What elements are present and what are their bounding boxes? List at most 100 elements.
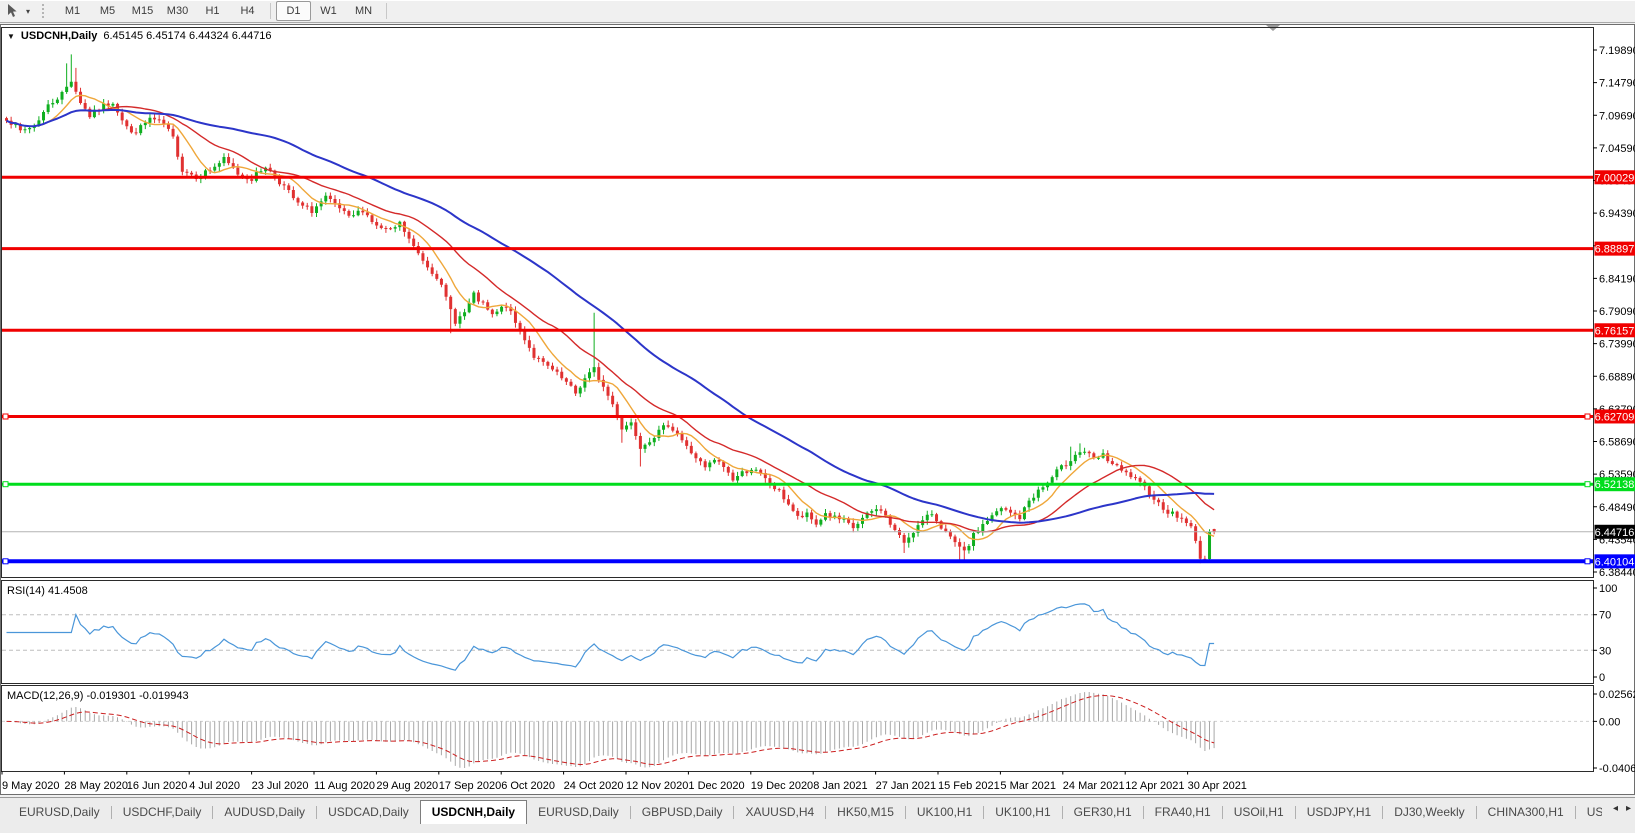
toolbar-grip[interactable]: [42, 4, 49, 18]
date-axis-label: 28 May 2020: [64, 780, 128, 792]
price-badge-6.88897: 6.88897: [1595, 242, 1635, 256]
svg-text:6.76157: 6.76157: [1595, 325, 1635, 337]
symbol-tab-hk50-m15[interactable]: HK50,M15: [826, 801, 905, 823]
price-axis-label: 6.48490: [1599, 502, 1635, 514]
rsi-axis-label: 70: [1599, 610, 1611, 622]
date-axis-label: 11 Aug 2020: [314, 780, 375, 792]
symbol-tab-fra40-h1[interactable]: FRA40,H1: [1144, 801, 1222, 823]
svg-text:6.44716: 6.44716: [1595, 527, 1635, 539]
price-axis-label: 7.09690: [1599, 110, 1635, 122]
chart-collapse-icon[interactable]: ▼: [7, 32, 15, 41]
date-axis-label: 17 Sep 2020: [439, 780, 501, 792]
price-badge-7.00029: 7.00029: [1595, 170, 1635, 184]
date-axis-label: 4 Jul 2020: [189, 780, 240, 792]
svg-text:6.62709: 6.62709: [1595, 411, 1635, 423]
symbol-tab-uk100-h1[interactable]: UK100,H1: [906, 801, 983, 823]
date-axis-label: 24 Mar 2021: [1063, 780, 1125, 792]
date-axis-label: 9 May 2020: [2, 780, 59, 792]
symbol-tab-xauusd-h4[interactable]: XAUUSD,H4: [734, 801, 825, 823]
price-axis-label: 6.68890: [1599, 371, 1635, 383]
timeframe-button-d1[interactable]: D1: [276, 1, 311, 21]
chart-title: ▼ USDCNH,Daily 6.45145 6.45174 6.44324 6…: [7, 30, 272, 42]
symbol-tab-usdcad-daily[interactable]: USDCAD,Daily: [317, 801, 420, 823]
price-axis-label: 7.19890: [1599, 45, 1635, 57]
price-axis-label: 7.14790: [1599, 78, 1635, 90]
price-badge-6.44716: 6.44716: [1595, 525, 1635, 539]
svg-text:6.52138: 6.52138: [1595, 479, 1635, 491]
symbol-tab-gbpusd-daily[interactable]: GBPUSD,Daily: [631, 801, 734, 823]
symbol-tab-usdchf-daily[interactable]: USDCHF,Daily: [112, 801, 213, 823]
rsi-indicator-label: RSI(14) 41.4508: [7, 585, 88, 597]
tab-scroll-left-button[interactable]: ◂: [1611, 803, 1620, 814]
date-axis-label: 5 Mar 2021: [1000, 780, 1056, 792]
rsi-axis-label: 0: [1599, 672, 1605, 684]
timeframe-button-h4[interactable]: H4: [230, 1, 265, 21]
toolbar-separator: [386, 3, 387, 19]
timeframe-button-m15[interactable]: M15: [125, 1, 160, 21]
hline-handle[interactable]: [3, 559, 8, 564]
price-badge-6.76157: 6.76157: [1595, 323, 1635, 337]
symbol-tab-bar: EURUSD,DailyUSDCHF,DailyAUDUSD,DailyUSDC…: [0, 797, 1635, 833]
price-badge-6.62709: 6.62709: [1595, 409, 1635, 423]
symbol-tab-usoil-h1[interactable]: USOil,H1: [1223, 801, 1295, 823]
hline-handle[interactable]: [1585, 559, 1590, 564]
macd-axis-label: -0.04068: [1599, 763, 1635, 775]
symbol-tab-ger30-h1[interactable]: GER30,H1: [1063, 801, 1143, 823]
timeframe-button-mn[interactable]: MN: [346, 1, 381, 21]
date-axis-label: 29 Aug 2020: [376, 780, 438, 792]
symbol-tab-eurusd-daily[interactable]: EURUSD,Daily: [8, 801, 111, 823]
price-badge-6.40104: 6.40104: [1595, 554, 1635, 568]
tab-scroll-right-button[interactable]: ▸: [1624, 803, 1633, 814]
symbol-tab-usc[interactable]: USC: [1576, 801, 1602, 823]
svg-text:6.88897: 6.88897: [1595, 244, 1635, 256]
toolbar-separator: [270, 3, 271, 19]
hline-handle[interactable]: [1585, 414, 1590, 419]
date-axis-label: 1 Dec 2020: [688, 780, 744, 792]
macd-axis-label: 0.025623: [1599, 689, 1635, 701]
date-axis-label: 24 Oct 2020: [564, 780, 624, 792]
date-axis-label: 27 Jan 2021: [876, 780, 937, 792]
timeframe-button-m30[interactable]: M30: [160, 1, 195, 21]
price-badge-6.52138: 6.52138: [1595, 477, 1635, 491]
timeframe-button-m5[interactable]: M5: [90, 1, 125, 21]
chart-ohlc-values: 6.45145 6.45174 6.44324 6.44716: [103, 30, 271, 42]
symbol-tab-usdjpy-h1[interactable]: USDJPY,H1: [1296, 801, 1382, 823]
hline-handle[interactable]: [3, 414, 8, 419]
symbol-tab-dj30-weekly[interactable]: DJ30,Weekly: [1383, 801, 1475, 823]
macd-indicator-label: MACD(12,26,9) -0.019301 -0.019943: [7, 690, 189, 702]
symbol-tab-china300-h1[interactable]: CHINA300,H1: [1477, 801, 1575, 823]
price-axis-label: 6.79090: [1599, 306, 1635, 318]
price-axis-label: 6.58690: [1599, 437, 1635, 449]
chart-symbol-label: USDCNH,Daily: [21, 30, 97, 42]
date-axis-label: 15 Feb 2021: [938, 780, 1000, 792]
symbol-tab-usdcnh-daily[interactable]: USDCNH,Daily: [420, 800, 527, 824]
tab-scroll-arrows: ◂ ▸: [1611, 803, 1633, 814]
macd-axis-label: 0.00: [1599, 716, 1620, 728]
date-axis-label: 12 Nov 2020: [626, 780, 688, 792]
symbol-tab-eurusd-daily[interactable]: EURUSD,Daily: [527, 801, 630, 823]
hline-handle[interactable]: [3, 482, 8, 487]
chart-canvas[interactable]: 7.198907.147907.096907.045906.994906.943…: [0, 24, 1635, 795]
timeframe-button-w1[interactable]: W1: [311, 1, 346, 21]
price-axis-label: 6.38440: [1599, 567, 1635, 579]
svg-text:6.40104: 6.40104: [1595, 556, 1635, 568]
timeframe-button-m1[interactable]: M1: [55, 1, 90, 21]
price-axis-label: 6.94390: [1599, 208, 1635, 220]
price-axis-label: 6.84190: [1599, 273, 1635, 285]
date-axis-label: 16 Jun 2020: [127, 780, 188, 792]
date-axis-label: 30 Apr 2021: [1188, 780, 1247, 792]
rsi-axis-label: 30: [1599, 645, 1611, 657]
rsi-axis-label: 100: [1599, 583, 1617, 595]
date-axis-label: 23 Jul 2020: [252, 780, 309, 792]
timeframe-button-h1[interactable]: H1: [195, 1, 230, 21]
date-axis-label: 6 Oct 2020: [501, 780, 555, 792]
timeframe-toolbar: ▾ M1M5M15M30H1H4 D1W1MN: [0, 0, 1635, 23]
price-axis-label: 7.04590: [1599, 143, 1635, 155]
symbol-tab-uk100-h1[interactable]: UK100,H1: [984, 801, 1061, 823]
toolbar-dropdown-caret-icon[interactable]: ▾: [22, 2, 34, 20]
hline-handle[interactable]: [1585, 482, 1590, 487]
cursor-tool-icon[interactable]: [2, 2, 22, 20]
date-axis-label: 8 Jan 2021: [813, 780, 867, 792]
price-axis-label: 6.73990: [1599, 339, 1635, 351]
symbol-tab-audusd-daily[interactable]: AUDUSD,Daily: [213, 801, 316, 823]
